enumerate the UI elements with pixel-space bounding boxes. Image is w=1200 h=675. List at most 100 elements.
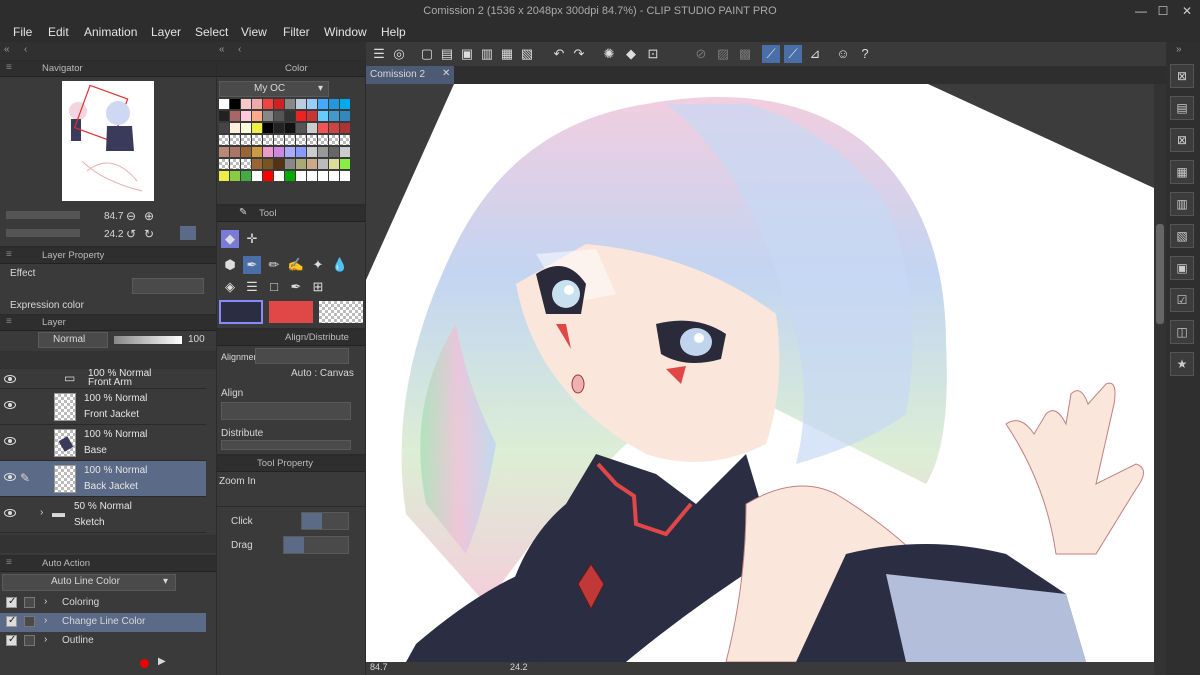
color-swatch[interactable] — [241, 111, 251, 121]
dialog-toggle[interactable] — [24, 597, 35, 608]
color-swatch[interactable] — [252, 171, 262, 181]
redo-icon[interactable]: ↷ — [570, 45, 588, 63]
color-swatch[interactable] — [230, 171, 240, 181]
color-swatch[interactable] — [318, 111, 328, 121]
zoom-in-icon[interactable] — [302, 513, 322, 529]
color-swatch[interactable] — [329, 135, 339, 145]
color-swatch[interactable] — [219, 111, 229, 121]
sub-view-icon[interactable]: ▦ — [1170, 160, 1194, 184]
color-swatch[interactable] — [252, 135, 262, 145]
color-swatch[interactable] — [230, 159, 240, 169]
color-swatch[interactable] — [296, 171, 306, 181]
collapse-icon[interactable]: « — [219, 44, 225, 55]
user-icon[interactable]: ☺ — [834, 45, 852, 63]
menu-filter[interactable]: Filter — [283, 25, 310, 39]
zoom-out-icon[interactable]: ⊖ — [126, 209, 136, 223]
color-swatch[interactable] — [318, 99, 328, 109]
timeline-icon[interactable]: ☑ — [1170, 288, 1194, 312]
color-swatch[interactable] — [318, 159, 328, 169]
play-icon[interactable]: ▶ — [158, 656, 166, 667]
close-tab-icon[interactable]: ✕ — [442, 68, 450, 79]
opacity-slider[interactable] — [114, 336, 182, 344]
export-png-icon[interactable]: ▧ — [518, 45, 536, 63]
color-swatch[interactable] — [274, 123, 284, 133]
animation-cels-icon[interactable]: ▣ — [1170, 256, 1194, 280]
rotate-right-icon[interactable]: ↻ — [144, 227, 154, 241]
undo-icon[interactable]: ↶ — [550, 45, 568, 63]
panel-menu-icon[interactable]: ≡ — [6, 249, 12, 260]
color-swatch[interactable] — [274, 111, 284, 121]
color-swatch[interactable] — [252, 99, 262, 109]
checkbox[interactable] — [6, 634, 17, 646]
snap-grid-icon[interactable]: ⊿ — [806, 45, 824, 63]
color-swatch[interactable] — [285, 111, 295, 121]
deselect-icon[interactable]: ⊘ — [692, 45, 710, 63]
color-swatch[interactable] — [263, 147, 273, 157]
color-swatch[interactable] — [252, 159, 262, 169]
menu-window[interactable]: Window — [324, 25, 367, 39]
layer-row[interactable]: ▭ 100 % Normal Front Arm — [0, 368, 206, 389]
zoom-tool-icon[interactable]: ⬢ — [221, 256, 239, 274]
color-swatch[interactable] — [285, 135, 295, 145]
effect-buttons[interactable] — [132, 278, 204, 294]
menu-edit[interactable]: Edit — [48, 25, 69, 39]
color-swatch[interactable] — [230, 123, 240, 133]
favorites-icon[interactable]: ★ — [1170, 352, 1194, 376]
eye-icon[interactable] — [4, 509, 16, 517]
color-swatch[interactable] — [329, 123, 339, 133]
align-buttons[interactable] — [221, 402, 351, 420]
collapse-icon[interactable]: « — [4, 44, 10, 55]
eye-icon[interactable] — [4, 401, 16, 409]
panel-menu-icon[interactable]: ≡ — [6, 557, 12, 568]
color-swatch[interactable] — [307, 171, 317, 181]
color-swatch[interactable] — [318, 135, 328, 145]
zoom-slider[interactable] — [6, 211, 80, 219]
menu-layer[interactable]: Layer — [151, 25, 181, 39]
color-swatch[interactable] — [285, 99, 295, 109]
zoom-drag-icon[interactable] — [284, 537, 304, 553]
color-swatch[interactable] — [241, 99, 251, 109]
eye-icon[interactable] — [4, 375, 16, 383]
loading-icon[interactable]: ✺ — [600, 45, 618, 63]
pen-tool-icon[interactable]: ✒ — [243, 256, 261, 274]
navigator-thumbnail[interactable] — [62, 81, 154, 201]
color-swatch[interactable] — [285, 123, 295, 133]
color-swatch[interactable] — [263, 111, 273, 121]
color-swatch[interactable] — [230, 135, 240, 145]
layer-property-icon[interactable]: ◫ — [1170, 320, 1194, 344]
menu-select[interactable]: Select — [195, 25, 228, 39]
color-swatch[interactable] — [219, 159, 229, 169]
panel-menu-icon[interactable]: ≡ — [6, 316, 12, 327]
export-psd-icon[interactable]: ▦ — [498, 45, 516, 63]
auto-action-item[interactable]: › Outline — [0, 632, 206, 651]
color-swatch[interactable] — [307, 159, 317, 169]
color-swatch[interactable] — [329, 171, 339, 181]
distribute-buttons[interactable] — [221, 440, 351, 450]
color-swatch[interactable] — [307, 135, 317, 145]
chevron-right-icon[interactable]: › — [44, 596, 47, 607]
pencil-tool-icon[interactable]: ✏ — [265, 256, 283, 274]
color-swatch[interactable] — [274, 159, 284, 169]
snap-special-ruler-icon[interactable]: ⟋ — [784, 45, 802, 63]
menu-file[interactable]: File — [13, 25, 32, 39]
color-swatch[interactable] — [274, 171, 284, 181]
color-swatch[interactable] — [263, 159, 273, 169]
brush-tool-icon[interactable]: ✍ — [287, 256, 305, 274]
new-file-icon[interactable]: ▢ — [418, 45, 436, 63]
ruler-tool-icon[interactable]: ⊞ — [309, 278, 327, 296]
figure-tool-icon[interactable]: □ — [265, 278, 283, 296]
color-swatch[interactable] — [329, 159, 339, 169]
color-swatch[interactable] — [241, 159, 251, 169]
item-bank-icon[interactable]: ▥ — [1170, 192, 1194, 216]
auto-action-set-select[interactable]: Auto Line Color ▾ — [2, 574, 176, 591]
save-icon[interactable]: ▣ — [458, 45, 476, 63]
color-swatch[interactable] — [296, 123, 306, 133]
menu-help[interactable]: Help — [381, 25, 406, 39]
color-swatch[interactable] — [285, 147, 295, 157]
transparent-color-swatch[interactable] — [319, 301, 363, 323]
move-tool-icon[interactable]: ✛ — [243, 230, 261, 248]
tab-align-distribute[interactable]: Align/Distribute — [285, 332, 349, 343]
tab-tool-property[interactable]: Tool Property — [257, 458, 313, 469]
color-swatch[interactable] — [340, 123, 350, 133]
eye-icon[interactable] — [4, 473, 16, 481]
